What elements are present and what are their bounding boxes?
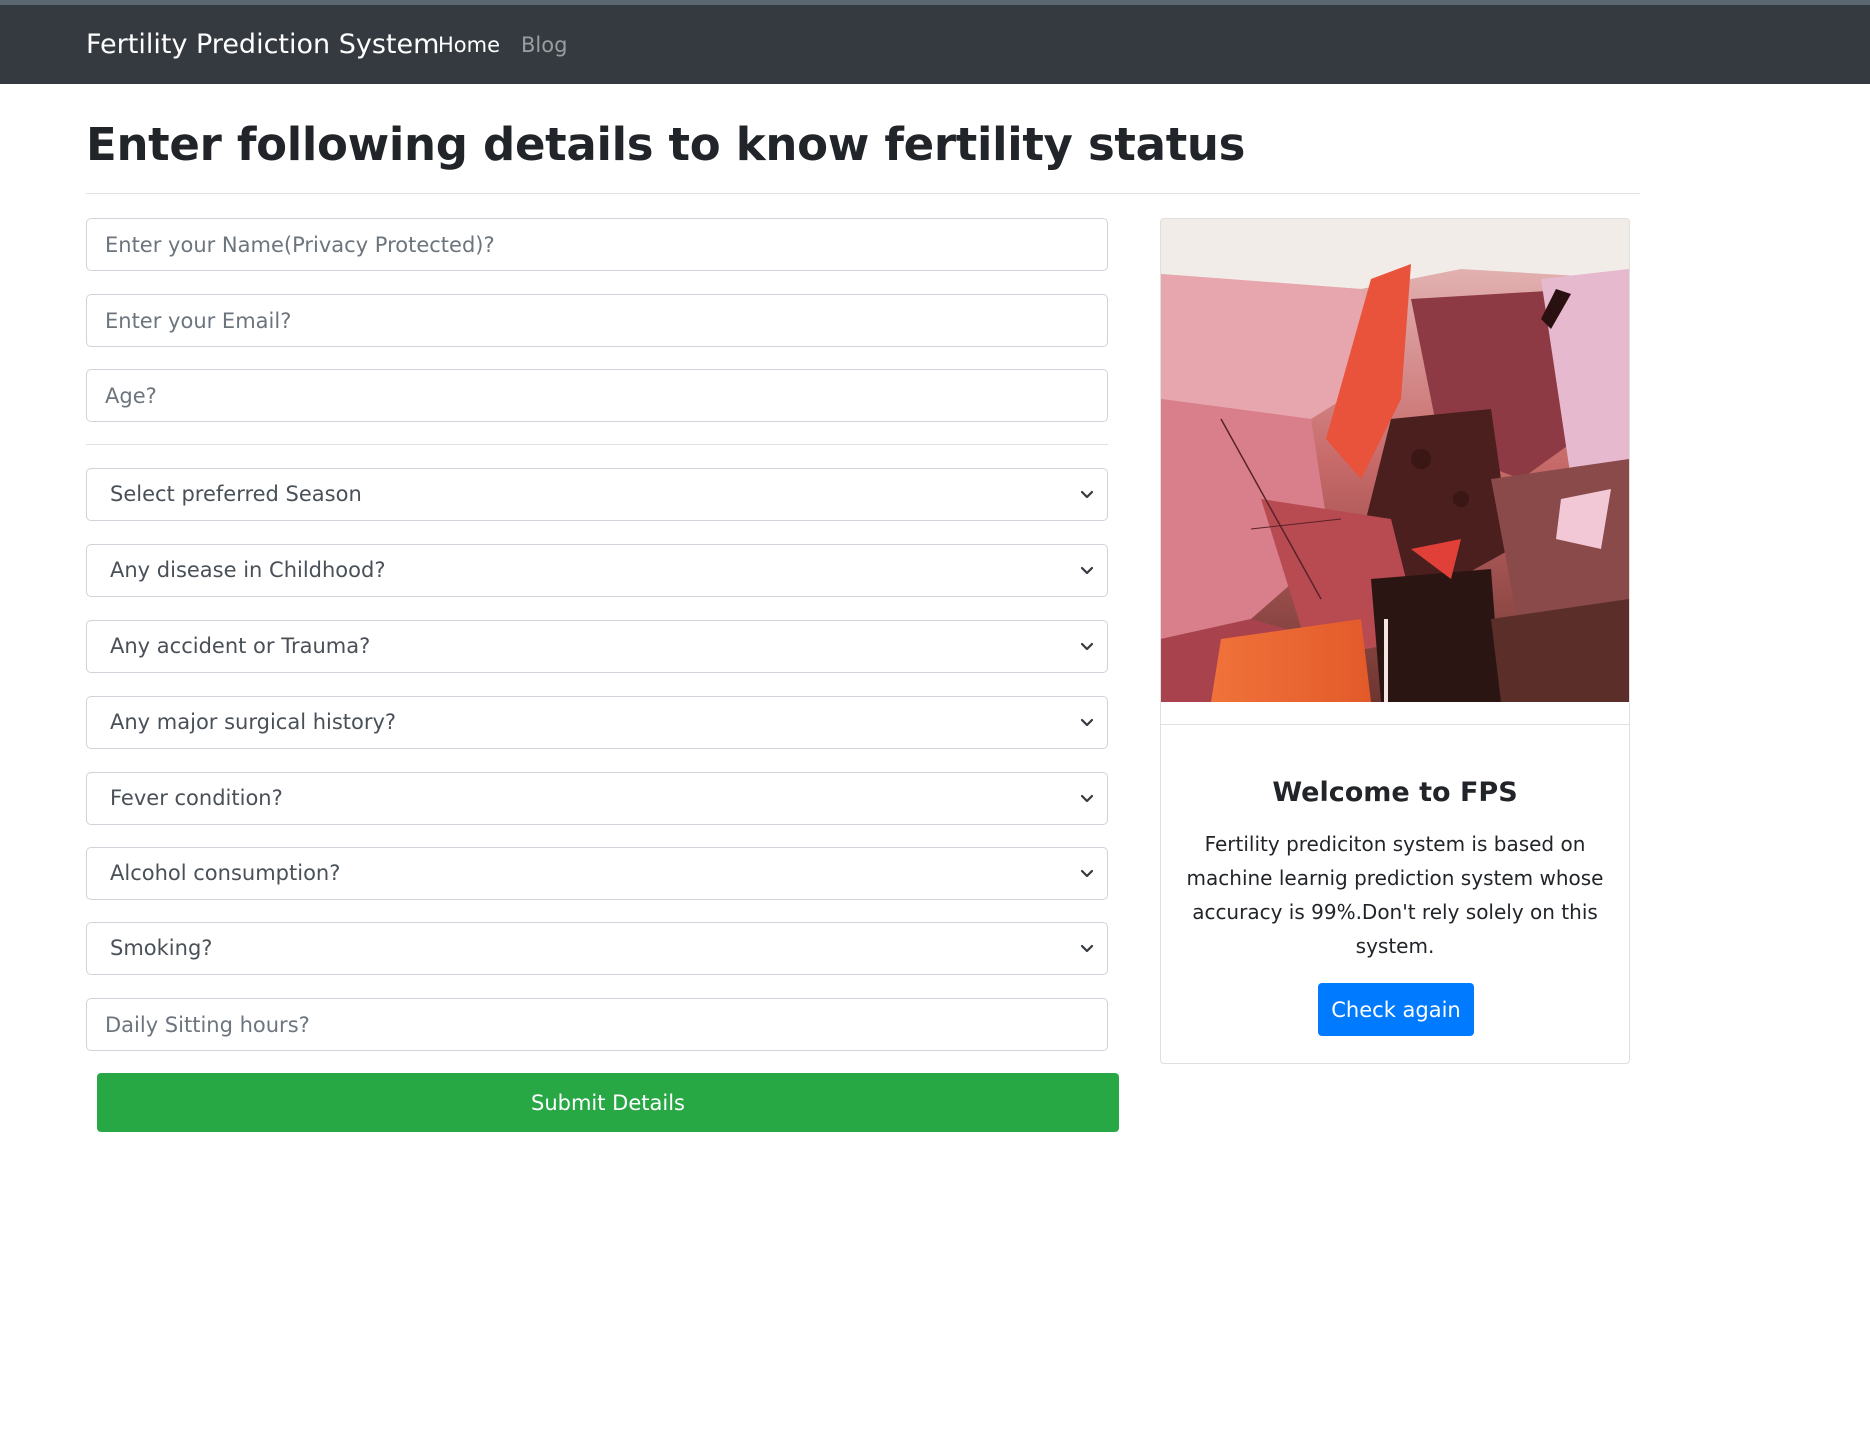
trauma-select[interactable]: Any accident or Trauma? bbox=[86, 620, 1108, 673]
nav-link-blog[interactable]: Blog bbox=[521, 33, 567, 57]
chevron-down-icon bbox=[1080, 869, 1094, 878]
welcome-card: Welcome to FPS Fertility prediciton syst… bbox=[1160, 218, 1630, 1064]
season-select-label: Select preferred Season bbox=[110, 482, 362, 506]
alcohol-select[interactable]: Alcohol consumption? bbox=[86, 847, 1108, 900]
chevron-down-icon bbox=[1080, 566, 1094, 575]
heading-divider bbox=[86, 193, 1640, 194]
smoking-select[interactable]: Smoking? bbox=[86, 922, 1108, 975]
chevron-down-icon bbox=[1080, 718, 1094, 727]
surgical-history-select[interactable]: Any major surgical history? bbox=[86, 696, 1108, 749]
abstract-painting-image bbox=[1161, 219, 1629, 702]
sitting-hours-input[interactable] bbox=[86, 998, 1108, 1051]
card-description: Fertility prediciton system is based on … bbox=[1186, 832, 1604, 958]
nav-link-home[interactable]: Home bbox=[438, 33, 500, 57]
check-again-button[interactable]: Check again bbox=[1318, 983, 1474, 1036]
fever-select-label: Fever condition? bbox=[110, 786, 283, 810]
chevron-down-icon bbox=[1080, 490, 1094, 499]
childhood-disease-select-label: Any disease in Childhood? bbox=[110, 558, 386, 582]
smoking-select-label: Smoking? bbox=[110, 936, 213, 960]
surgical-history-select-label: Any major surgical history? bbox=[110, 710, 397, 734]
email-input[interactable] bbox=[86, 294, 1108, 347]
fever-select[interactable]: Fever condition? bbox=[86, 772, 1108, 825]
card-title: Welcome to FPS bbox=[1272, 777, 1518, 808]
season-select[interactable]: Select preferred Season bbox=[86, 468, 1108, 521]
alcohol-select-label: Alcohol consumption? bbox=[110, 861, 341, 885]
chevron-down-icon bbox=[1080, 944, 1094, 953]
navbar-brand[interactable]: Fertility Prediction System bbox=[86, 29, 439, 60]
name-input[interactable] bbox=[86, 218, 1108, 271]
submit-button[interactable]: Submit Details bbox=[97, 1073, 1119, 1132]
childhood-disease-select[interactable]: Any disease in Childhood? bbox=[86, 544, 1108, 597]
trauma-select-label: Any accident or Trauma? bbox=[110, 634, 371, 658]
age-input[interactable] bbox=[86, 369, 1108, 422]
page-title: Enter following details to know fertilit… bbox=[86, 118, 1246, 171]
card-divider bbox=[1161, 724, 1629, 725]
chevron-down-icon bbox=[1080, 642, 1094, 651]
form-divider bbox=[86, 444, 1108, 445]
navbar: Fertility Prediction System Home Blog bbox=[0, 5, 1870, 84]
chevron-down-icon bbox=[1080, 794, 1094, 803]
